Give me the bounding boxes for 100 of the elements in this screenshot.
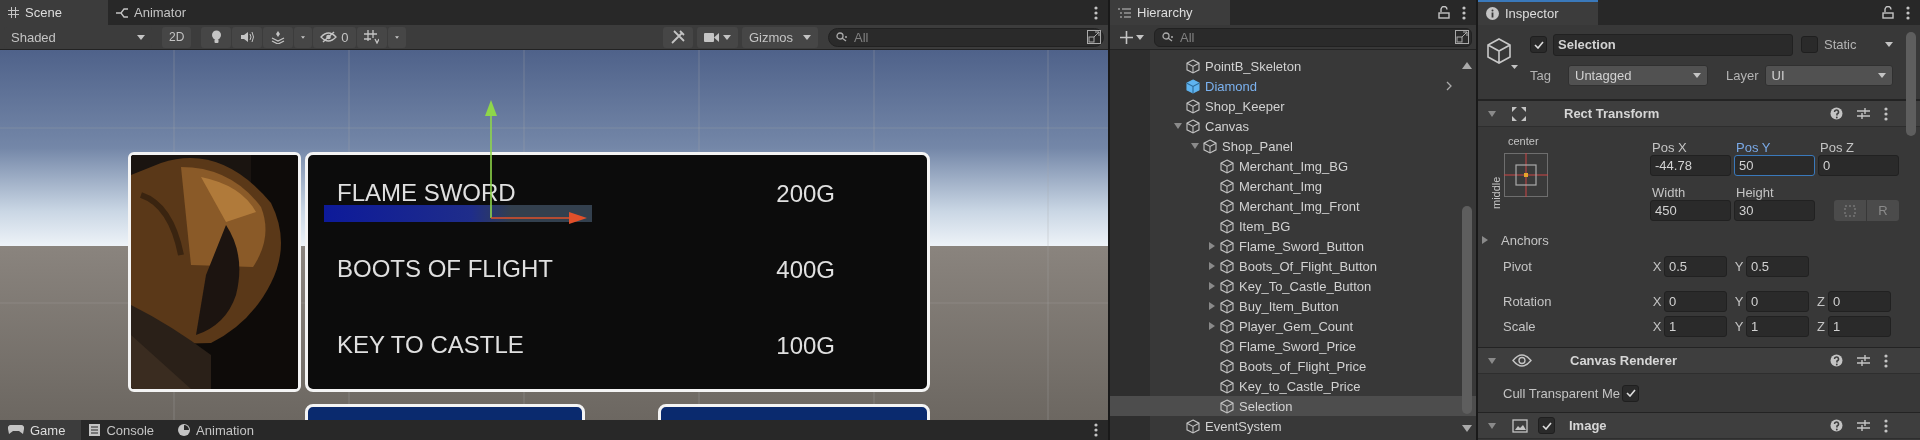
- scroll-down-icon[interactable]: [1462, 425, 1472, 432]
- grid-button[interactable]: [356, 26, 387, 48]
- hidden-eye-icon: [320, 31, 338, 43]
- menu-icon[interactable]: [1906, 5, 1910, 20]
- tag-dropdown[interactable]: Untagged: [1568, 65, 1708, 86]
- panel-tab[interactable]: Game: [0, 420, 82, 440]
- menu-icon[interactable]: [1884, 353, 1888, 368]
- hierarchy-item[interactable]: Merchant_Img: [1110, 176, 1476, 196]
- caret-icon[interactable]: [1884, 42, 1893, 47]
- number-field[interactable]: 0.5: [1664, 256, 1727, 277]
- hierarchy-item[interactable]: Player_Gem_Count: [1110, 316, 1476, 336]
- hierarchy-item[interactable]: Boots_of_Flight_Price: [1110, 356, 1476, 376]
- lock-icon[interactable]: [1882, 6, 1894, 19]
- hierarchy-item[interactable]: Merchant_Img_Front: [1110, 196, 1476, 216]
- chevron-icon[interactable]: [1446, 81, 1452, 91]
- hierarchy-item[interactable]: Boots_Of_Flight_Button: [1110, 256, 1476, 276]
- hierarchy-item[interactable]: Shop_Panel: [1110, 136, 1476, 156]
- scroll-up-icon[interactable]: [1462, 62, 1472, 69]
- search-field[interactable]: All: [1154, 27, 1472, 47]
- audio-button[interactable]: [232, 26, 263, 48]
- number-field[interactable]: 450: [1650, 200, 1731, 221]
- number-field[interactable]: -44.78: [1650, 155, 1731, 176]
- hierarchy-item[interactable]: Flame_Sword_Price: [1110, 336, 1476, 356]
- menu-icon[interactable]: [1094, 423, 1098, 437]
- presets-icon[interactable]: [1857, 419, 1870, 432]
- foldout-arrow-icon[interactable]: [1209, 262, 1215, 270]
- camera-button[interactable]: [696, 26, 738, 48]
- number-field[interactable]: 0: [1828, 291, 1891, 312]
- foldout-arrow-icon[interactable]: [1209, 302, 1215, 310]
- hidden-objects-button[interactable]: 0: [313, 26, 356, 48]
- hierarchy-item[interactable]: Flame_Sword_Button: [1110, 236, 1476, 256]
- hierarchy-item[interactable]: Diamond: [1110, 76, 1476, 96]
- foldout-arrow-icon[interactable]: [1482, 236, 1488, 244]
- scrollbar-thumb[interactable]: [1462, 206, 1472, 414]
- panel-tab[interactable]: Inspector: [1478, 0, 1598, 25]
- hierarchy-item[interactable]: Key_to_Castle_Price: [1110, 376, 1476, 396]
- foldout-arrow-icon[interactable]: [1209, 322, 1215, 330]
- panel-tab[interactable]: Scene: [0, 0, 108, 25]
- lighting-button[interactable]: [201, 26, 232, 48]
- panel-tab[interactable]: Animation: [170, 420, 270, 440]
- hierarchy-item[interactable]: Canvas: [1110, 116, 1476, 136]
- number-field[interactable]: 0: [1664, 291, 1727, 312]
- menu-icon[interactable]: [1462, 5, 1466, 20]
- tools-button[interactable]: [662, 26, 693, 48]
- presets-icon[interactable]: [1857, 354, 1870, 367]
- number-field[interactable]: 0: [1818, 155, 1899, 176]
- number-field[interactable]: 1: [1746, 316, 1809, 337]
- cube-icon: [1203, 138, 1217, 154]
- cube-icon: [1186, 78, 1200, 94]
- scrollbar-thumb[interactable]: [1906, 32, 1916, 136]
- checkbox[interactable]: [1801, 36, 1818, 53]
- hierarchy-item[interactable]: Item_BG: [1110, 216, 1476, 236]
- foldout-arrow-icon[interactable]: [1209, 242, 1215, 250]
- lock-icon[interactable]: [1438, 6, 1450, 19]
- number-field[interactable]: 1: [1664, 316, 1727, 337]
- anchor-preset-button[interactable]: [1504, 153, 1548, 197]
- static-label: Static: [1824, 37, 1857, 52]
- presets-icon[interactable]: [1857, 107, 1870, 120]
- list-icon: [1118, 7, 1131, 18]
- checkbox[interactable]: [1622, 384, 1640, 402]
- menu-icon[interactable]: [1884, 106, 1888, 121]
- create-button[interactable]: [1118, 30, 1146, 44]
- panel-tab[interactable]: Hierarchy: [1110, 0, 1230, 25]
- menu-icon[interactable]: [1884, 418, 1888, 433]
- foldout-arrow-icon[interactable]: [1488, 357, 1496, 364]
- foldout-arrow-icon[interactable]: [1174, 123, 1182, 129]
- hierarchy-item[interactable]: Shop_Keeper: [1110, 96, 1476, 116]
- hierarchy-item[interactable]: PointB_Skeleton: [1110, 56, 1476, 76]
- panel-tab[interactable]: Console: [81, 420, 171, 440]
- help-icon[interactable]: [1830, 419, 1843, 432]
- checkbox[interactable]: [1530, 36, 1547, 53]
- search-field[interactable]: All: [828, 27, 1104, 47]
- 2d-button[interactable]: 2D: [162, 26, 192, 48]
- number-field[interactable]: 0: [1746, 291, 1809, 312]
- checkbox[interactable]: [1538, 417, 1555, 434]
- hierarchy-item[interactable]: Key_To_Castle_Button: [1110, 276, 1476, 296]
- hierarchy-item[interactable]: Selection: [1110, 396, 1476, 416]
- gizmos-dropdown[interactable]: Gizmos: [741, 26, 818, 48]
- menu-icon[interactable]: [1094, 5, 1098, 20]
- foldout-arrow-icon[interactable]: [1191, 143, 1199, 149]
- cube-icon: [1220, 338, 1234, 354]
- help-icon[interactable]: [1830, 107, 1843, 120]
- number-field[interactable]: 50: [1734, 155, 1815, 176]
- foldout-arrow-icon[interactable]: [1488, 110, 1496, 117]
- foldout-arrow-icon[interactable]: [1488, 422, 1496, 429]
- number-field[interactable]: 30: [1734, 200, 1815, 221]
- panel-tab[interactable]: Animator: [108, 0, 199, 25]
- foldout-arrow-icon[interactable]: [1209, 282, 1215, 290]
- layer-dropdown[interactable]: UI: [1764, 65, 1893, 86]
- hierarchy-item[interactable]: EventSystem: [1110, 416, 1476, 436]
- number-field[interactable]: 1: [1828, 316, 1891, 337]
- hierarchy-item[interactable]: Buy_Item_Button: [1110, 296, 1476, 316]
- name-field[interactable]: Selection: [1553, 33, 1793, 56]
- number-field[interactable]: 0.5: [1746, 256, 1809, 277]
- speaker-icon: [240, 31, 255, 43]
- cube-icon: [1220, 358, 1234, 374]
- help-icon[interactable]: [1830, 354, 1843, 367]
- cube-icon: [1220, 318, 1234, 334]
- hierarchy-item[interactable]: Merchant_Img_BG: [1110, 156, 1476, 176]
- effects-button[interactable]: [263, 26, 294, 48]
